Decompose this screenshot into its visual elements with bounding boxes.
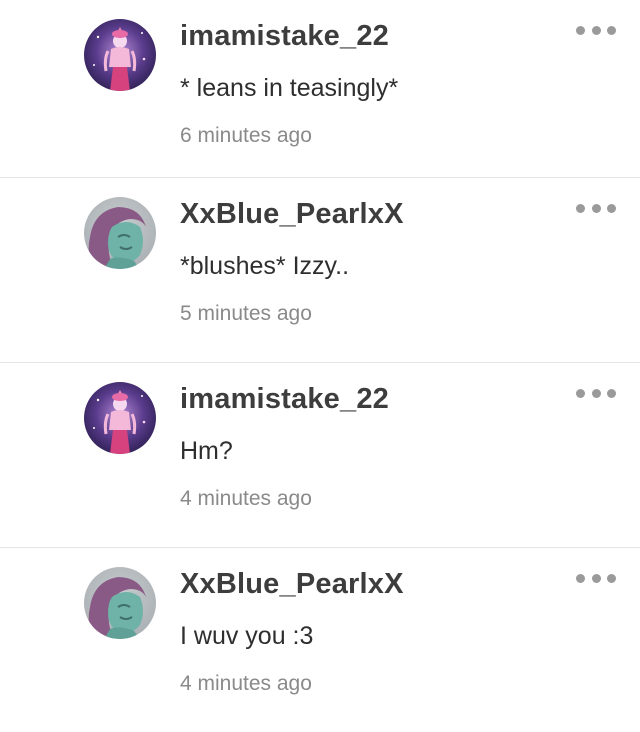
dot-icon (591, 573, 601, 583)
more-options-button[interactable] (576, 383, 616, 403)
galaxy-character-avatar-icon (84, 19, 156, 91)
dot-icon (607, 573, 616, 583)
blue-character-avatar-icon (84, 197, 156, 269)
comment-message: Hm? (180, 437, 233, 465)
comment-item: XxBlue_PearlxX *blushes* Izzy.. 5 minute… (0, 177, 640, 362)
comment-item: imamistake_22 Hm? 4 minutes ago (0, 362, 640, 547)
comment-username[interactable]: XxBlue_PearlxX (180, 568, 404, 601)
comment-timestamp: 4 minutes ago (180, 487, 312, 510)
comment-username[interactable]: imamistake_22 (180, 20, 389, 53)
dot-icon (591, 203, 601, 213)
galaxy-character-avatar-icon (84, 382, 156, 454)
dot-icon (607, 25, 616, 35)
more-options-button[interactable] (576, 568, 616, 588)
dot-icon (576, 25, 585, 35)
more-options-button[interactable] (576, 20, 616, 40)
dot-icon (576, 573, 585, 583)
comment-message: I wuv you :3 (180, 622, 314, 650)
comment-item: imamistake_22 * leans in teasingly* 6 mi… (0, 0, 640, 177)
comment-username[interactable]: imamistake_22 (180, 383, 389, 416)
comment-timestamp: 5 minutes ago (180, 302, 312, 325)
comment-timestamp: 4 minutes ago (180, 672, 312, 695)
dot-icon (607, 203, 616, 213)
dot-icon (591, 388, 601, 398)
more-options-button[interactable] (576, 198, 616, 218)
user-avatar[interactable] (84, 19, 156, 91)
comment-message: * leans in teasingly* (180, 74, 399, 102)
comment-timestamp: 6 minutes ago (180, 124, 312, 147)
comment-message: *blushes* Izzy.. (180, 252, 350, 280)
dot-icon (576, 203, 585, 213)
blue-character-avatar-icon (84, 567, 156, 639)
comment-item: XxBlue_PearlxX I wuv you :3 4 minutes ag… (0, 547, 640, 732)
dot-icon (591, 25, 601, 35)
comment-list: imamistake_22 * leans in teasingly* 6 mi… (0, 0, 640, 732)
comment-username[interactable]: XxBlue_PearlxX (180, 198, 404, 231)
dot-icon (576, 388, 585, 398)
user-avatar[interactable] (84, 382, 156, 454)
user-avatar[interactable] (84, 567, 156, 639)
dot-icon (607, 388, 616, 398)
user-avatar[interactable] (84, 197, 156, 269)
